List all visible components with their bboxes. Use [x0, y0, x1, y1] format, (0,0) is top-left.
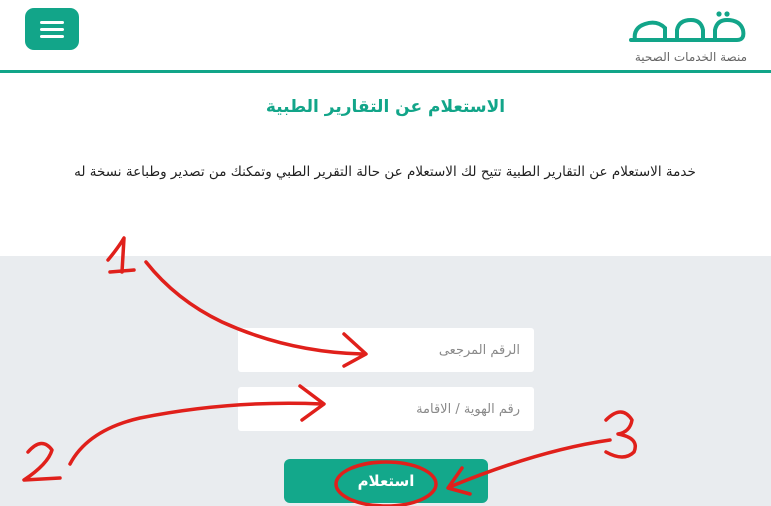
inquiry-form: استعلام	[0, 256, 771, 506]
menu-icon-bar	[40, 28, 64, 31]
reference-number-input[interactable]	[238, 328, 534, 372]
header-divider	[0, 70, 771, 73]
menu-icon-bar	[40, 21, 64, 24]
page-title: الاستعلام عن التقارير الطبية	[265, 97, 506, 117]
menu-icon-bar	[40, 35, 64, 38]
logo-subtitle: منصة الخدمات الصحية	[634, 50, 747, 64]
service-description: خدمة الاستعلام عن التقارير الطبية تتيح ل…	[74, 164, 696, 180]
id-number-input[interactable]	[238, 387, 534, 431]
site-logo[interactable]: منصة الخدمات الصحية	[607, 6, 747, 66]
inquiry-submit-button[interactable]: استعلام	[284, 459, 488, 503]
hamburger-menu-button[interactable]	[25, 8, 79, 50]
sehha-logo-icon	[629, 11, 746, 42]
header: منصة الخدمات الصحية	[0, 0, 771, 72]
